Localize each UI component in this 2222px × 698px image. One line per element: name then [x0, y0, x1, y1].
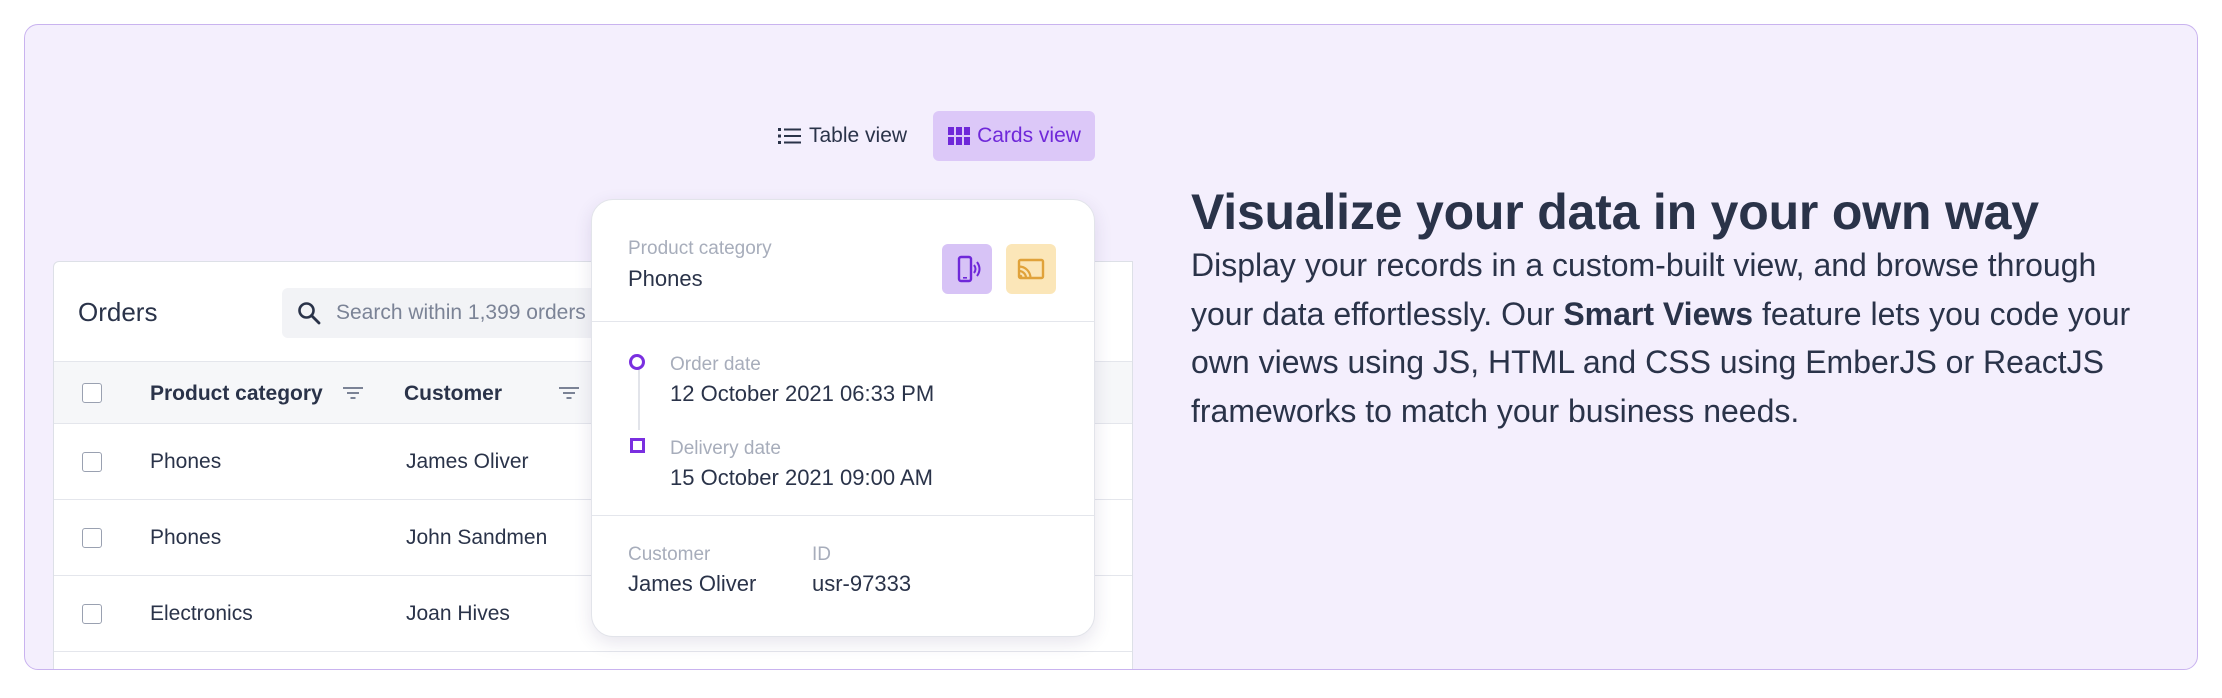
cast-icon: [1006, 244, 1056, 294]
customer-cell: Joan Hives: [406, 602, 510, 625]
row-checkbox[interactable]: [82, 452, 102, 472]
timeline-line: [638, 360, 640, 430]
cards-view-label: Cards view: [977, 124, 1081, 147]
customer-value: James Oliver: [628, 571, 757, 596]
id-label: ID: [812, 544, 831, 565]
product-category-cell: Electronics: [150, 602, 253, 625]
column-header-product-category[interactable]: Product category: [150, 382, 323, 406]
select-all-checkbox[interactable]: [82, 383, 102, 403]
delivery-date-value: 15 October 2021 09:00 AM: [670, 465, 933, 490]
filter-icon[interactable]: [558, 384, 580, 402]
search-icon: [298, 302, 321, 325]
customer-label: Customer: [628, 544, 711, 565]
filter-icon[interactable]: [342, 384, 364, 402]
record-card[interactable]: Product category Phones Order date 12 Oc…: [591, 199, 1095, 637]
card-customer-section: Customer James Oliver ID usr-97333: [592, 516, 1094, 636]
timeline-start-marker: [629, 354, 645, 370]
order-date-value: 12 October 2021 06:33 PM: [670, 381, 935, 406]
product-category-value: Phones: [628, 266, 703, 291]
feature-headline: Visualize your data in your own way: [1191, 184, 2039, 240]
column-header-customer[interactable]: Customer: [404, 382, 502, 406]
feature-description: Display your records in a custom-built v…: [1191, 241, 2151, 435]
cards-view-button[interactable]: Cards view: [933, 111, 1095, 161]
view-toggle: Table view Cards view: [763, 111, 1095, 161]
card-dates-section: Order date 12 October 2021 06:33 PM Deli…: [592, 322, 1094, 516]
table-view-label: Table view: [809, 124, 908, 147]
product-category-label: Product category: [628, 238, 772, 259]
customer-cell: John Sandmen: [406, 526, 548, 549]
id-value: usr-97333: [812, 571, 912, 596]
phone-signal-icon: [942, 244, 992, 294]
row-checkbox[interactable]: [82, 604, 102, 624]
orders-title: Orders: [78, 297, 158, 327]
feature-panel: Table view Cards view Orders Search with…: [24, 24, 2198, 670]
smart-views-highlight: Smart Views: [1563, 295, 1754, 332]
delivery-date-label: Delivery date: [670, 438, 781, 459]
order-date-label: Order date: [670, 354, 761, 375]
table-view-button[interactable]: Table view: [763, 111, 921, 161]
customer-cell: James Oliver: [406, 450, 529, 473]
product-category-cell: Phones: [150, 450, 222, 473]
grid-icon: [948, 127, 971, 145]
product-category-cell: Phones: [150, 526, 222, 549]
row-checkbox[interactable]: [82, 528, 102, 548]
timeline-end-marker: [630, 438, 645, 453]
list-icon: [778, 128, 801, 144]
card-category-section: Product category Phones: [592, 200, 1094, 322]
